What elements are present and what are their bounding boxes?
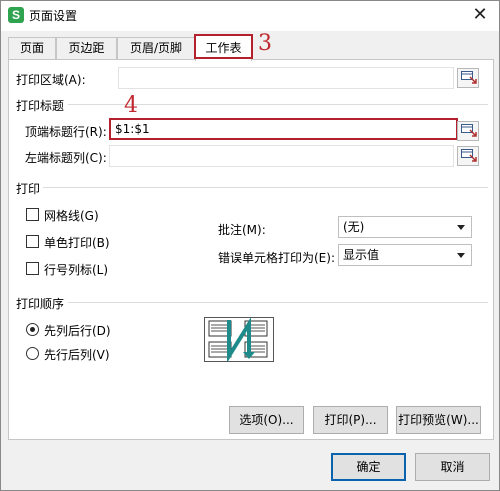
range-picker-button[interactable] [457,68,479,88]
print-area-input[interactable] [118,67,454,89]
tab-highlight-box [194,34,253,59]
range-picker-button[interactable] [457,121,479,141]
range-picker-button[interactable] [457,146,479,166]
cancel-button[interactable]: 取消 [415,453,490,481]
tab-page[interactable]: 页面 [8,37,56,59]
print-titles-group-label: 打印标题 [16,99,65,113]
page-order-diagram [208,317,268,363]
title-bar: S 页面设置 ✕ [1,1,499,31]
wps-app-icon: S [8,7,24,23]
group-divider [43,187,488,188]
black-white-checkbox[interactable] [26,235,39,248]
range-select-icon [461,149,477,162]
range-select-icon [461,124,477,137]
page-order-group-label: 打印顺序 [16,297,65,311]
comments-select[interactable]: (无) [338,216,472,238]
page-setup-dialog: S 页面设置 ✕ 页面 页边距 页眉/页脚 工作表 3 打印区域(A): 打印标… [0,0,500,491]
over-then-down-radio[interactable] [26,347,39,360]
annotation-number-3: 3 [258,31,272,56]
down-then-over-radio[interactable] [26,323,39,336]
cell-errors-label: 错误单元格打印为(E): [218,251,335,265]
group-divider [68,302,488,303]
gridlines-label: 网格线(G) [44,209,99,223]
range-select-icon [461,71,477,84]
top-rows-input[interactable]: $1:$1 [109,118,458,140]
top-rows-label: 顶端标题行(R): [25,125,107,139]
tab-header-footer[interactable]: 页眉/页脚 [117,37,195,59]
comments-label: 批注(M): [218,223,266,237]
print-button[interactable]: 打印(P)... [313,406,388,434]
annotation-number-4: 4 [124,93,138,118]
dialog-title: 页面设置 [29,9,78,23]
row-col-headers-label: 行号列标(L) [44,263,109,277]
cell-errors-select-value: 显示值 [343,248,380,262]
print-group-label: 打印 [16,182,41,196]
page-order-preview-icon [204,317,274,363]
chevron-down-icon [457,253,465,258]
print-preview-button[interactable]: 打印预览(W)... [396,406,481,434]
cell-errors-select[interactable]: 显示值 [338,244,472,266]
gridlines-checkbox[interactable] [26,208,39,221]
row-col-headers-checkbox[interactable] [26,262,39,275]
comments-select-value: (无) [343,220,365,234]
left-cols-input[interactable] [109,145,454,167]
left-cols-label: 左端标题列(C): [25,151,107,165]
options-button[interactable]: 选项(O)... [229,406,304,434]
print-area-label: 打印区域(A): [16,73,86,87]
over-then-down-label: 先行后列(V) [44,348,110,362]
close-icon[interactable]: ✕ [469,4,491,26]
down-then-over-label: 先列后行(D) [44,324,111,338]
chevron-down-icon [457,225,465,230]
black-white-label: 单色打印(B) [44,236,110,250]
tab-margins[interactable]: 页边距 [56,37,117,59]
ok-button[interactable]: 确定 [331,453,406,481]
